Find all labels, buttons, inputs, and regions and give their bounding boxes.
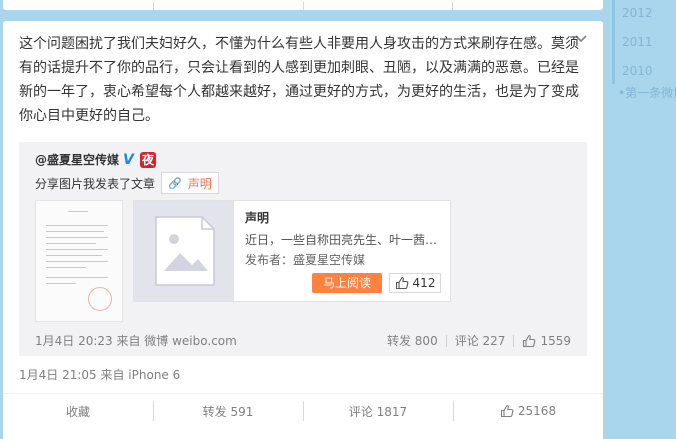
forward-button[interactable]: 转发 591	[153, 394, 303, 428]
post-text: 这个问题困扰了我们夫妇好久，不懂为什么有些人非要用人身攻击的方式来刷存在感。莫须…	[19, 36, 579, 124]
article-card[interactable]: 声明 近日，一些自称田亮先生、叶一茜… 发布者：盛夏星空传媒 马上阅读 412	[133, 200, 451, 302]
timeline-year-2011[interactable]: 2011	[622, 35, 653, 49]
article-title[interactable]: 声明	[245, 209, 269, 226]
thumbs-up-icon	[523, 334, 536, 347]
divider	[452, 2, 453, 10]
repost-actions: 转发 800 评论 227 1559	[387, 332, 571, 349]
article-tag-link[interactable]: 🔗 声明	[161, 172, 219, 194]
repost-comment-link[interactable]: 评论 227	[455, 332, 506, 349]
comment-button[interactable]: 评论 1817	[303, 394, 453, 428]
page-root: 2012 2011 2010 •第一条微博 这个问题困扰了我们夫妇好久，不懂为什…	[0, 0, 676, 439]
like-button[interactable]: 25168	[453, 394, 603, 428]
comment-label: 评论 1817	[348, 404, 408, 419]
previous-card	[3, 0, 603, 10]
doc-line	[46, 231, 104, 232]
verified-badge-icon[interactable]: V	[123, 153, 137, 167]
doc-line	[68, 211, 88, 212]
action-bar: 收藏 转发 591 评论 1817 25168	[3, 393, 603, 428]
doc-line	[46, 283, 76, 284]
timeline-first-weibo[interactable]: •第一条微博	[618, 84, 676, 101]
timeline-bar	[612, 0, 615, 84]
repost-author-row: @盛夏星空传媒 V 夜	[35, 151, 157, 168]
document-image-thumbnail[interactable]	[35, 200, 123, 322]
repost-like-count: 1559	[540, 333, 571, 348]
doc-line	[46, 277, 108, 278]
doc-line	[46, 243, 96, 244]
doc-line	[46, 225, 108, 226]
post-time-source[interactable]: 1月4日 21:05 来自 iPhone 6	[19, 366, 180, 383]
thumbs-up-icon	[500, 404, 514, 418]
article-like-button[interactable]: 412	[389, 273, 441, 293]
divider	[445, 334, 447, 347]
repost-forward-link[interactable]: 转发 800	[387, 332, 438, 349]
year-timeline: 2012 2011 2010 •第一条微博	[612, 0, 676, 100]
like-count: 25168	[517, 404, 557, 418]
favorite-button[interactable]: 收藏	[3, 394, 153, 428]
article-tag-label: 声明	[187, 176, 212, 191]
repost-like-link[interactable]: 1559	[522, 334, 571, 348]
divider	[303, 2, 304, 10]
timeline-first-weibo-label: 第一条微博	[625, 86, 676, 100]
repost-author-link[interactable]: @盛夏星空传媒	[35, 151, 119, 168]
repost-time-source[interactable]: 1月4日 20:23 来自 微博 weibo.com	[35, 332, 237, 349]
doc-line	[46, 267, 86, 268]
doc-line	[46, 255, 102, 256]
doc-line	[46, 261, 108, 262]
favorite-label: 收藏	[65, 404, 90, 419]
divider	[513, 334, 515, 347]
article-description: 近日，一些自称田亮先生、叶一茜…	[245, 233, 438, 247]
timeline-year-2012[interactable]: 2012	[622, 6, 653, 20]
repost-text-row: 分享图片我发表了文章 🔗 声明	[35, 172, 219, 194]
seal-stamp	[88, 287, 112, 311]
timeline-year-2010[interactable]: 2010	[622, 64, 653, 78]
doc-line	[46, 249, 108, 250]
article-publisher: 发布者：盛夏星空传媒	[245, 253, 366, 267]
divider	[153, 2, 154, 10]
forward-label: 转发 591	[202, 404, 254, 419]
thumbs-up-icon	[395, 276, 408, 290]
night-badge-icon[interactable]: 夜	[140, 151, 157, 168]
repost-box: @盛夏星空传媒 V 夜 分享图片我发表了文章 🔗 声明 声明 近日，一些自称田亮…	[19, 142, 587, 356]
article-like-count: 412	[412, 276, 436, 290]
doc-line	[46, 237, 108, 238]
link-icon: 🔗	[168, 176, 182, 190]
repost-text: 分享图片我发表了文章	[35, 176, 156, 191]
feed-card: 这个问题困扰了我们夫妇好久，不懂为什么有些人非要用人身攻击的方式来刷存在感。莫须…	[3, 21, 603, 439]
repost-footer: 1月4日 20:23 来自 微博 weibo.com 转发 800 评论 227…	[35, 332, 571, 350]
read-now-button[interactable]: 马上阅读	[312, 273, 382, 293]
article-image-icon	[134, 201, 234, 301]
